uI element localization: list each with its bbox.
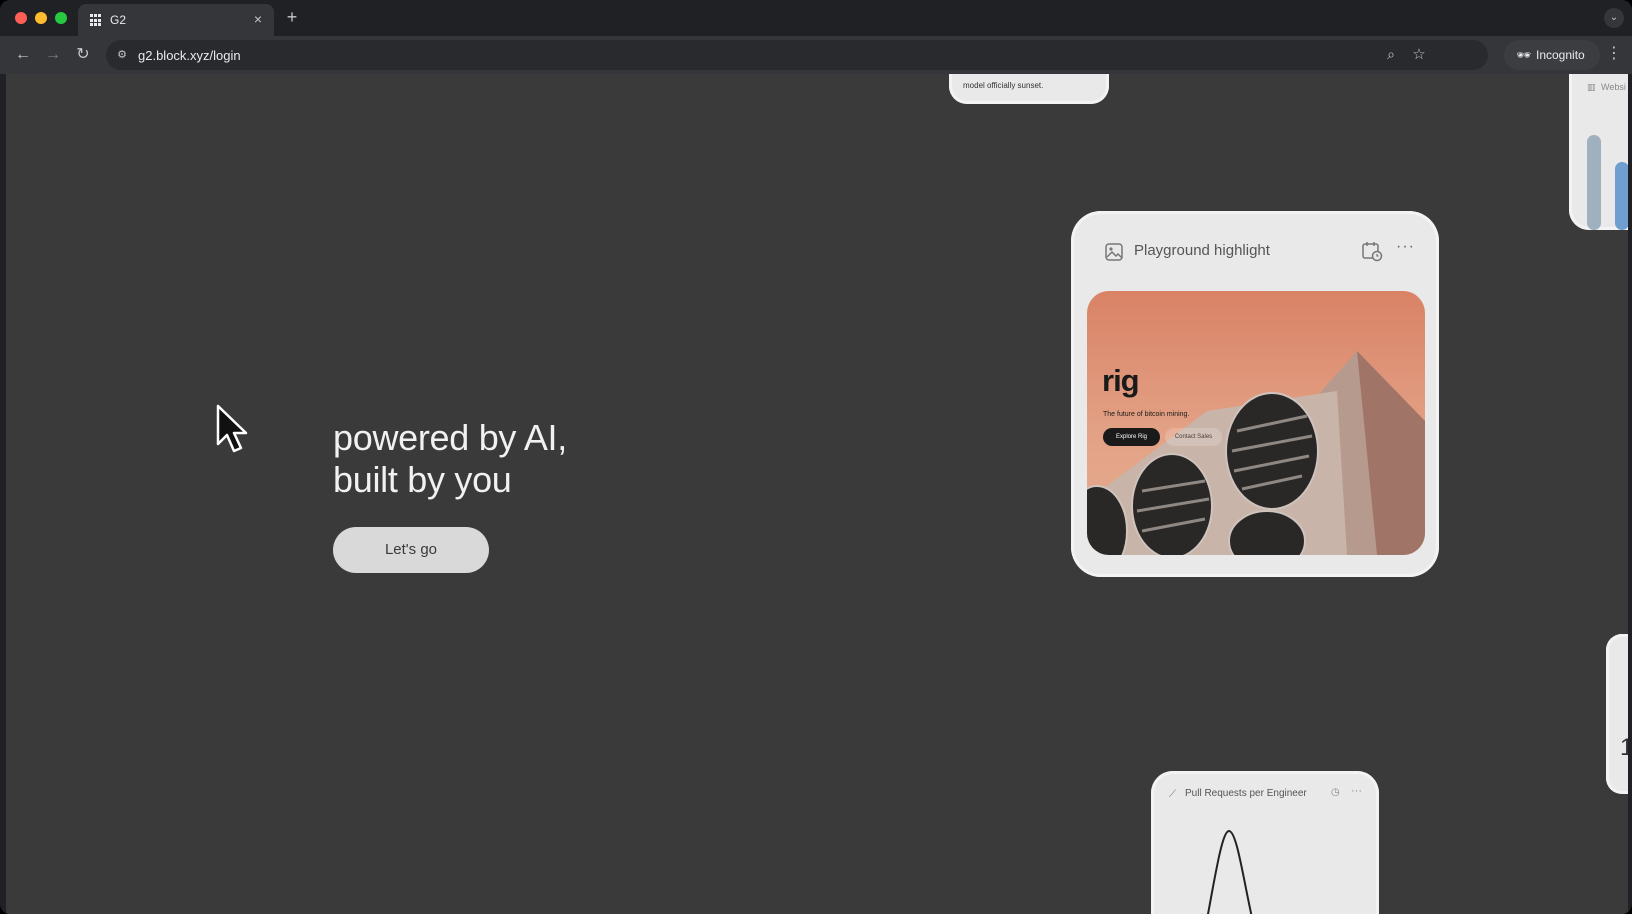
forward-button[interactable]: → xyxy=(43,45,63,65)
hero-line-1: powered by AI, xyxy=(333,417,567,458)
calendar-clock-icon[interactable]: ◷ xyxy=(1331,787,1340,798)
browser-window: G2 × + ⌄ ← → ↻ ⚙ g2.block.xyz/login ⌕ ☆ … xyxy=(0,0,1632,914)
reload-button[interactable]: ↻ xyxy=(73,45,93,65)
contact-sales-button[interactable]: Contact Sales xyxy=(1165,428,1222,446)
metric-value: 1 xyxy=(1620,734,1628,761)
website-card-label: Websi xyxy=(1601,82,1626,92)
pull-requests-card[interactable]: ⟋ Pull Requests per Engineer ◷ ··· xyxy=(1151,771,1379,914)
explore-rig-button[interactable]: Explore Rig xyxy=(1103,428,1160,446)
mouse-pointer-icon xyxy=(216,404,248,453)
chart-bar xyxy=(1587,135,1601,230)
more-options-icon[interactable]: ··· xyxy=(1396,238,1415,256)
rig-logo: rig xyxy=(1102,363,1140,398)
close-window-button[interactable] xyxy=(15,12,27,24)
page-viewport: powered by AI, built by you Let's go mod… xyxy=(6,74,1628,914)
zoom-icon[interactable]: ⌕ xyxy=(1382,46,1400,64)
browser-menu-button[interactable]: ⋮ xyxy=(1604,44,1624,64)
minimize-window-button[interactable] xyxy=(35,12,47,24)
address-bar[interactable]: ⚙ g2.block.xyz/login ⌕ ☆ xyxy=(106,40,1488,70)
browser-toolbar: ← → ↻ ⚙ g2.block.xyz/login ⌕ ☆ xyxy=(0,36,1632,74)
more-options-icon[interactable]: ··· xyxy=(1351,785,1362,797)
url-text[interactable]: g2.block.xyz/login xyxy=(138,48,241,63)
card-top-snippet[interactable]: model officially sunset. xyxy=(949,74,1109,104)
mining-machine-illustration xyxy=(1087,351,1425,555)
incognito-icon: 🕶 xyxy=(1516,48,1532,62)
maximize-window-button[interactable] xyxy=(55,12,67,24)
rig-preview-image[interactable]: rig The future of bitcoin mining. Explor… xyxy=(1087,291,1425,555)
tab-search-button[interactable]: ⌄ xyxy=(1604,8,1624,28)
hero-line-2: built by you xyxy=(333,459,512,500)
image-icon xyxy=(1105,243,1123,261)
calendar-clock-icon[interactable] xyxy=(1361,240,1383,262)
pr-trend-line xyxy=(1207,829,1253,914)
tab-title: G2 xyxy=(110,13,127,27)
bar-chart-icon: ▥ xyxy=(1587,82,1596,92)
site-settings-icon[interactable]: ⚙ xyxy=(114,47,130,63)
lets-go-button[interactable]: Let's go xyxy=(333,527,489,573)
back-button[interactable]: ← xyxy=(13,45,33,65)
metric-card-partial[interactable]: 1 xyxy=(1606,634,1628,794)
website-card-partial[interactable]: ▥ Websi xyxy=(1569,74,1628,230)
playground-highlight-card[interactable]: Playground highlight ··· rig The future … xyxy=(1071,211,1439,577)
hero-heading: powered by AI, built by you xyxy=(333,417,567,501)
card-title: Playground highlight xyxy=(1134,242,1270,259)
incognito-badge[interactable]: 🕶 Incognito xyxy=(1504,40,1600,70)
tab-g2[interactable]: G2 × xyxy=(78,4,274,36)
incognito-label: Incognito xyxy=(1536,48,1585,62)
new-tab-button[interactable]: + xyxy=(282,7,302,27)
tab-strip: G2 × + ⌄ xyxy=(0,0,1632,36)
pr-card-title: Pull Requests per Engineer xyxy=(1185,788,1307,799)
bookmark-star-icon[interactable]: ☆ xyxy=(1410,45,1428,63)
line-chart-icon: ⟋ xyxy=(1169,789,1176,800)
grid-favicon-icon xyxy=(90,14,103,27)
card-top-text: model officially sunset. xyxy=(963,81,1044,90)
rig-tagline: The future of bitcoin mining. xyxy=(1103,411,1190,418)
close-tab-button[interactable]: × xyxy=(250,11,266,27)
chart-bar xyxy=(1615,162,1628,230)
